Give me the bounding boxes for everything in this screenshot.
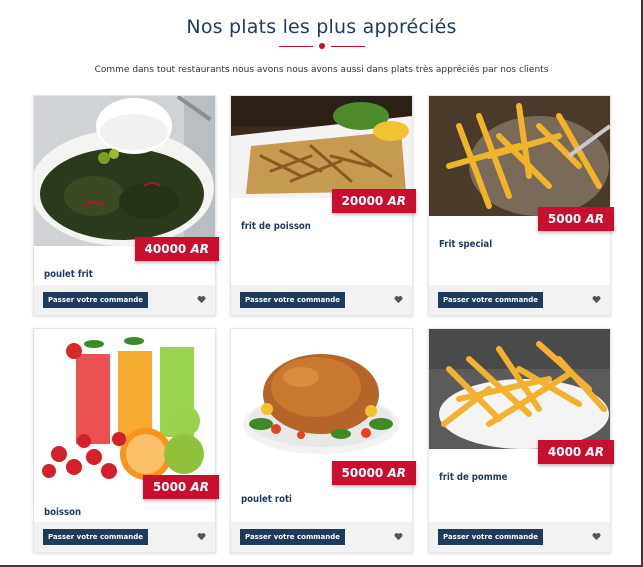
dish-image [231, 96, 412, 198]
card-footer: Passer votre commande [231, 522, 412, 552]
price-badge: 20000 AR [331, 189, 416, 213]
dish-card-poulet-roti[interactable]: 50000 AR poulet roti Passer votre comman… [230, 328, 416, 553]
order-button[interactable]: Passer votre commande [43, 529, 149, 545]
dish-name: frit de pomme [439, 472, 508, 483]
heart-icon[interactable] [394, 295, 403, 304]
dish-image [429, 329, 610, 449]
heart-icon[interactable] [592, 532, 601, 541]
dish-card-boisson[interactable]: 5000 AR boisson Passer votre commande [33, 328, 219, 553]
card-footer: Passer votre commande [34, 285, 215, 315]
dish-image [34, 329, 215, 484]
card-footer: Passer votre commande [429, 285, 610, 315]
dish-card-frit-de-pomme[interactable]: 4000 AR frit de pomme Passer votre comma… [428, 328, 614, 553]
heart-icon[interactable] [394, 532, 403, 541]
card-footer: Passer votre commande [429, 522, 610, 552]
dish-image [429, 96, 610, 216]
dish-card-poulet-frit[interactable]: 40000 AR poulet frit Passer votre comman… [33, 95, 219, 316]
order-button[interactable]: Passer votre commande [240, 292, 346, 308]
order-button[interactable]: Passer votre commande [438, 292, 544, 308]
heart-icon[interactable] [592, 295, 601, 304]
dish-name: boisson [44, 507, 82, 518]
price-badge: 5000 AR [537, 207, 614, 231]
price-badge: 4000 AR [537, 440, 614, 464]
order-button[interactable]: Passer votre commande [438, 529, 544, 545]
price-badge: 50000 AR [331, 461, 416, 485]
dish-card-frit-special[interactable]: 5000 AR Frit special Passer votre comman… [428, 95, 614, 316]
price-badge: 40000 AR [134, 237, 219, 261]
dish-image [231, 329, 412, 464]
price-badge: 5000 AR [142, 475, 219, 499]
order-button[interactable]: Passer votre commande [43, 292, 149, 308]
dish-name: Frit special [439, 239, 493, 250]
heart-icon[interactable] [197, 295, 206, 304]
card-footer: Passer votre commande [34, 522, 215, 552]
section-subtitle: Comme dans tout restaurants nous avons n… [94, 65, 549, 75]
dish-name: frit de poisson [241, 221, 311, 232]
title-divider [279, 42, 365, 51]
dish-card-frit-de-poisson[interactable]: 20000 AR frit de poisson Passer votre co… [230, 95, 416, 316]
dish-image [34, 96, 215, 246]
card-footer: Passer votre commande [231, 285, 412, 315]
dish-name: poulet frit [44, 269, 93, 280]
section-title: Nos plats les plus appréciés [186, 16, 457, 38]
dish-name: poulet roti [241, 494, 292, 505]
order-button[interactable]: Passer votre commande [240, 529, 346, 545]
heart-icon[interactable] [197, 532, 206, 541]
